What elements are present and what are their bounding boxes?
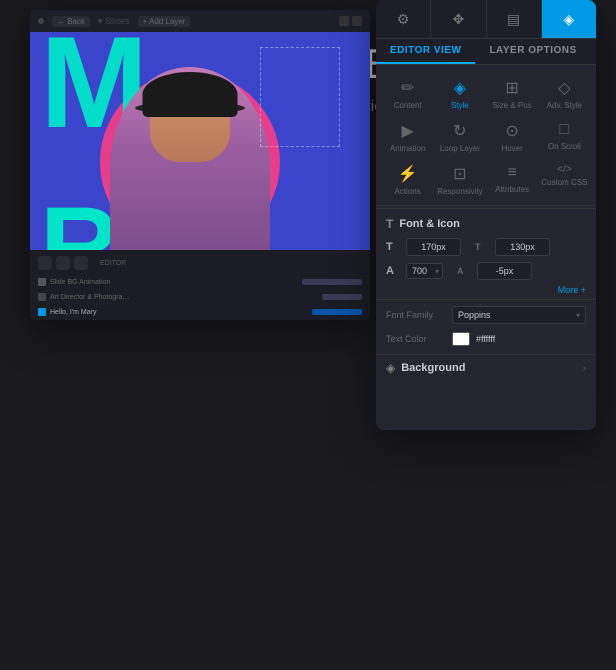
size-pos-icon: ⊞ [505,78,518,98]
style-icon: ◈ [454,78,466,98]
on-scroll-icon: □ [560,121,570,139]
line-height-input[interactable]: 130px [495,238,550,256]
layer-list: Slide BG Animation Art Director & Photog… [30,272,370,320]
option-grid: ✏ Content ◈ Style ⊞ Size & Pos ◇ Adv. St… [376,65,596,206]
add-layer-button[interactable]: + Add Layer [138,16,191,27]
stepper-down-icon[interactable]: ▾ [432,266,442,277]
font-icon-section-header: T Font & Icon [376,211,596,235]
editor-preview: ← Back ▾ Slides + Add Layer M A R Y EDIT… [30,10,370,320]
more-link[interactable]: More + [376,283,596,297]
layer-bar-active [312,309,362,315]
hover-icon: ⊙ [505,121,518,141]
responsivity-icon: ⊡ [453,164,466,184]
back-button[interactable]: ← Back [52,16,90,27]
option-content[interactable]: ✏ Content [382,73,433,115]
editor-bottom-panel: EDITOR Slide BG Animation Art Director &… [30,250,370,320]
custom-css-icon: </> [557,164,571,175]
toolbar-sep: ▾ Slides [98,16,130,27]
animation-icon: ▶ [401,121,413,141]
panel-tab-bar: EDITOR VIEW LAYER OPTIONS [376,39,596,65]
option-style[interactable]: ◈ Style [434,73,485,115]
stack-icon-btn[interactable]: ◈ [542,0,596,38]
color-swatch[interactable] [452,332,470,346]
bottom-toolbar: EDITOR [30,254,370,272]
option-on-scroll[interactable]: □ On Scroll [539,116,590,158]
move-icon-btn[interactable]: ✥ [431,0,486,38]
adv-style-icon: ◇ [558,78,570,98]
panel-icon-bar: ⚙ ✥ ▤ ◈ [376,0,596,39]
person-hat [143,72,238,117]
background-label: Background [401,362,465,374]
attributes-icon: ≡ [507,164,516,182]
loop-layer-icon: ↻ [453,121,466,141]
person-silhouette [110,67,270,267]
actions-icon: ⚡ [398,164,418,184]
color-value: #ffffff [476,334,495,344]
layer-bar [302,279,362,285]
background-section: ◈ Background › [376,354,596,381]
font-family-row: Font Family Poppins ▾ [376,302,596,328]
option-size-pos[interactable]: ⊞ Size & Pos [487,73,538,115]
toolbar-dot [38,18,44,24]
editor-toolbar: ← Back ▾ Slides + Add Layer [30,10,370,32]
editor-panel: ⚙ ✥ ▤ ◈ EDITOR VIEW LAYER OPTIONS ✏ Cont… [376,0,596,430]
layers-icon-btn[interactable]: ▤ [487,0,542,38]
list-item[interactable]: Art Director & Photogra… [38,290,362,304]
field-label-a1: A [386,265,400,277]
letter-spacing-input[interactable]: -5px [477,262,532,280]
text-color-row: Text Color #ffffff [376,328,596,350]
field-row-2: A 700 ▾ A -5px [376,259,596,283]
option-responsivity[interactable]: ⊡ Responsivity [434,159,485,201]
field-label-a2: A [457,266,471,276]
person-head [150,72,230,162]
field-label-t1: T [386,241,400,253]
bottom-btn-1 [38,256,52,270]
settings-icon-btn[interactable]: ⚙ [376,0,431,38]
list-item[interactable]: Hello, I'm Mary [38,305,362,319]
divider-2 [376,299,596,300]
option-actions[interactable]: ⚡ Actions [382,159,433,201]
tab-layer-options[interactable]: LAYER OPTIONS [475,39,590,64]
font-weight-value: 700 [407,264,432,278]
background-icon: ◈ [386,361,395,375]
font-icon-title: Font & Icon [399,218,460,230]
font-size-input[interactable]: 170px [406,238,461,256]
font-weight-stepper[interactable]: 700 ▾ [406,263,443,279]
chevron-right-icon[interactable]: › [583,363,586,374]
text-color-label: Text Color [386,334,446,344]
option-adv-style[interactable]: ◇ Adv. Style [539,73,590,115]
font-family-label: Font Family [386,310,446,320]
option-attributes[interactable]: ≡ Attributes [487,159,538,201]
option-hover[interactable]: ⊙ Hover [487,116,538,158]
list-item[interactable]: Slide BG Animation [38,275,362,289]
option-animation[interactable]: ▶ Animation [382,116,433,158]
bottom-btn-2 [56,256,70,270]
option-loop-layer[interactable]: ↻ Loop Layer [434,116,485,158]
font-family-select[interactable]: Poppins ▾ [452,306,586,324]
content-icon: ✏ [401,78,414,98]
chevron-down-icon: ▾ [576,311,580,320]
bottom-btn-3 [74,256,88,270]
tab-editor-view[interactable]: EDITOR VIEW [376,39,475,64]
option-custom-css[interactable]: </> Custom CSS [539,159,590,201]
field-label-t2: T [475,242,489,252]
divider-1 [376,208,596,209]
field-row-1: T 170px T 130px [376,235,596,259]
font-t-icon: T [386,217,393,231]
layer-bar [322,294,362,300]
